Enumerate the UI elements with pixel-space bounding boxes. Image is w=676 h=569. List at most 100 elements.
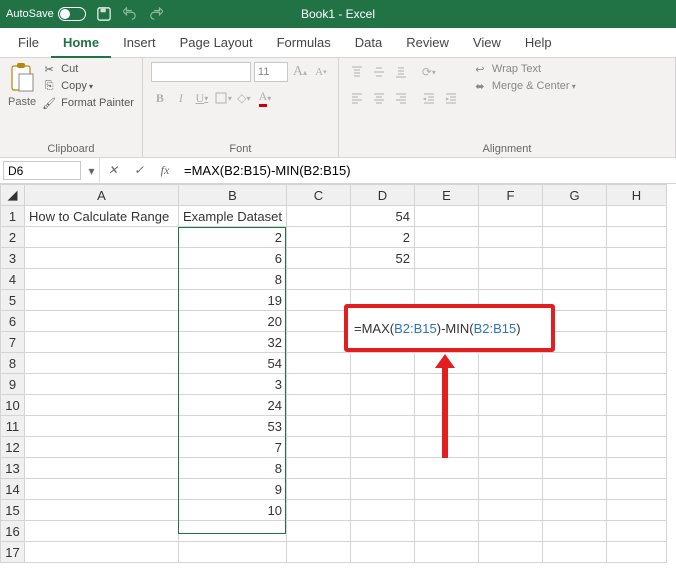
cell[interactable] [607, 206, 667, 227]
row-header[interactable]: 8 [1, 353, 25, 374]
cell[interactable] [415, 479, 479, 500]
cell[interactable] [351, 374, 415, 395]
tab-help[interactable]: Help [513, 28, 564, 58]
cell[interactable] [25, 395, 179, 416]
cell[interactable] [25, 437, 179, 458]
cell[interactable] [25, 479, 179, 500]
cell[interactable] [479, 395, 543, 416]
save-icon[interactable] [96, 6, 112, 22]
cell[interactable] [415, 206, 479, 227]
cell[interactable]: 2 [179, 227, 287, 248]
row-header[interactable]: 12 [1, 437, 25, 458]
cell[interactable] [287, 227, 351, 248]
cell[interactable] [351, 542, 415, 563]
cell[interactable] [287, 290, 351, 311]
cell[interactable] [287, 521, 351, 542]
cell[interactable] [287, 458, 351, 479]
font-name-select[interactable] [151, 62, 251, 82]
undo-icon[interactable] [122, 6, 138, 22]
cell[interactable] [415, 458, 479, 479]
cell[interactable] [25, 521, 179, 542]
row-header[interactable]: 11 [1, 416, 25, 437]
cell[interactable]: 32 [179, 332, 287, 353]
cell[interactable] [607, 500, 667, 521]
cell[interactable] [479, 374, 543, 395]
enter-formula-button[interactable]: ✓ [126, 158, 152, 183]
cell[interactable]: 10 [179, 500, 287, 521]
cell[interactable] [607, 437, 667, 458]
cell[interactable] [351, 500, 415, 521]
row-header[interactable]: 14 [1, 479, 25, 500]
cell[interactable]: 8 [179, 269, 287, 290]
cell[interactable]: 54 [351, 206, 415, 227]
fx-button[interactable]: fx [152, 158, 178, 183]
row-header[interactable]: 1 [1, 206, 25, 227]
cell[interactable] [287, 269, 351, 290]
cell[interactable] [351, 395, 415, 416]
autosave-toggle[interactable]: AutoSave [6, 7, 86, 21]
cell[interactable] [287, 479, 351, 500]
cell[interactable] [479, 248, 543, 269]
row-header[interactable]: 13 [1, 458, 25, 479]
row-header[interactable]: 3 [1, 248, 25, 269]
col-header-F[interactable]: F [479, 185, 543, 206]
cell[interactable] [25, 269, 179, 290]
cell[interactable] [607, 416, 667, 437]
cell[interactable] [287, 542, 351, 563]
cell[interactable] [351, 521, 415, 542]
name-box-dropdown[interactable]: ▾ [84, 158, 100, 183]
cell[interactable] [607, 353, 667, 374]
cell[interactable] [287, 332, 351, 353]
tab-file[interactable]: File [6, 28, 51, 58]
cell[interactable]: 8 [179, 458, 287, 479]
wrap-text-button[interactable]: ↩ Wrap Text [473, 62, 576, 76]
row-header[interactable]: 4 [1, 269, 25, 290]
italic-button[interactable]: I [172, 88, 190, 108]
cell[interactable] [479, 269, 543, 290]
merge-center-button[interactable]: ⬌ Merge & Center [473, 79, 576, 93]
cell[interactable] [351, 353, 415, 374]
cell[interactable] [351, 458, 415, 479]
cell[interactable] [543, 521, 607, 542]
cell[interactable] [287, 416, 351, 437]
cut-button[interactable]: ✂ Cut [42, 62, 134, 76]
bold-button[interactable]: B [151, 88, 169, 108]
paste-button[interactable]: Paste [8, 62, 36, 142]
cell[interactable] [25, 332, 179, 353]
cell[interactable] [415, 542, 479, 563]
cell[interactable] [543, 374, 607, 395]
cell[interactable] [415, 227, 479, 248]
select-all-corner[interactable]: ◢ [1, 185, 25, 206]
cell[interactable] [25, 227, 179, 248]
cell[interactable] [607, 479, 667, 500]
row-header[interactable]: 9 [1, 374, 25, 395]
tab-insert[interactable]: Insert [111, 28, 168, 58]
cell[interactable]: How to Calculate Range [25, 206, 179, 227]
cell[interactable] [607, 395, 667, 416]
decrease-font-button[interactable]: A▾ [312, 62, 330, 82]
font-color-button[interactable]: A [256, 88, 274, 108]
cell[interactable] [543, 248, 607, 269]
cell[interactable] [25, 290, 179, 311]
tab-page-layout[interactable]: Page Layout [168, 28, 265, 58]
cell[interactable] [25, 416, 179, 437]
cell[interactable] [607, 542, 667, 563]
col-header-G[interactable]: G [543, 185, 607, 206]
tab-home[interactable]: Home [51, 28, 111, 58]
cell[interactable] [415, 500, 479, 521]
cell[interactable] [479, 542, 543, 563]
cell[interactable] [25, 374, 179, 395]
row-header[interactable]: 10 [1, 395, 25, 416]
col-header-D[interactable]: D [351, 185, 415, 206]
cell[interactable] [543, 542, 607, 563]
fill-color-button[interactable]: ◇ [235, 88, 253, 108]
worksheet-grid[interactable]: ◢ A B C D E F G H 1How to Calculate Rang… [0, 184, 676, 563]
tab-view[interactable]: View [461, 28, 513, 58]
cell[interactable]: 2 [351, 227, 415, 248]
cell[interactable] [479, 227, 543, 248]
cell[interactable]: 24 [179, 395, 287, 416]
cell[interactable] [287, 374, 351, 395]
cell[interactable] [607, 374, 667, 395]
row-header[interactable]: 6 [1, 311, 25, 332]
align-center-button[interactable] [369, 88, 389, 108]
